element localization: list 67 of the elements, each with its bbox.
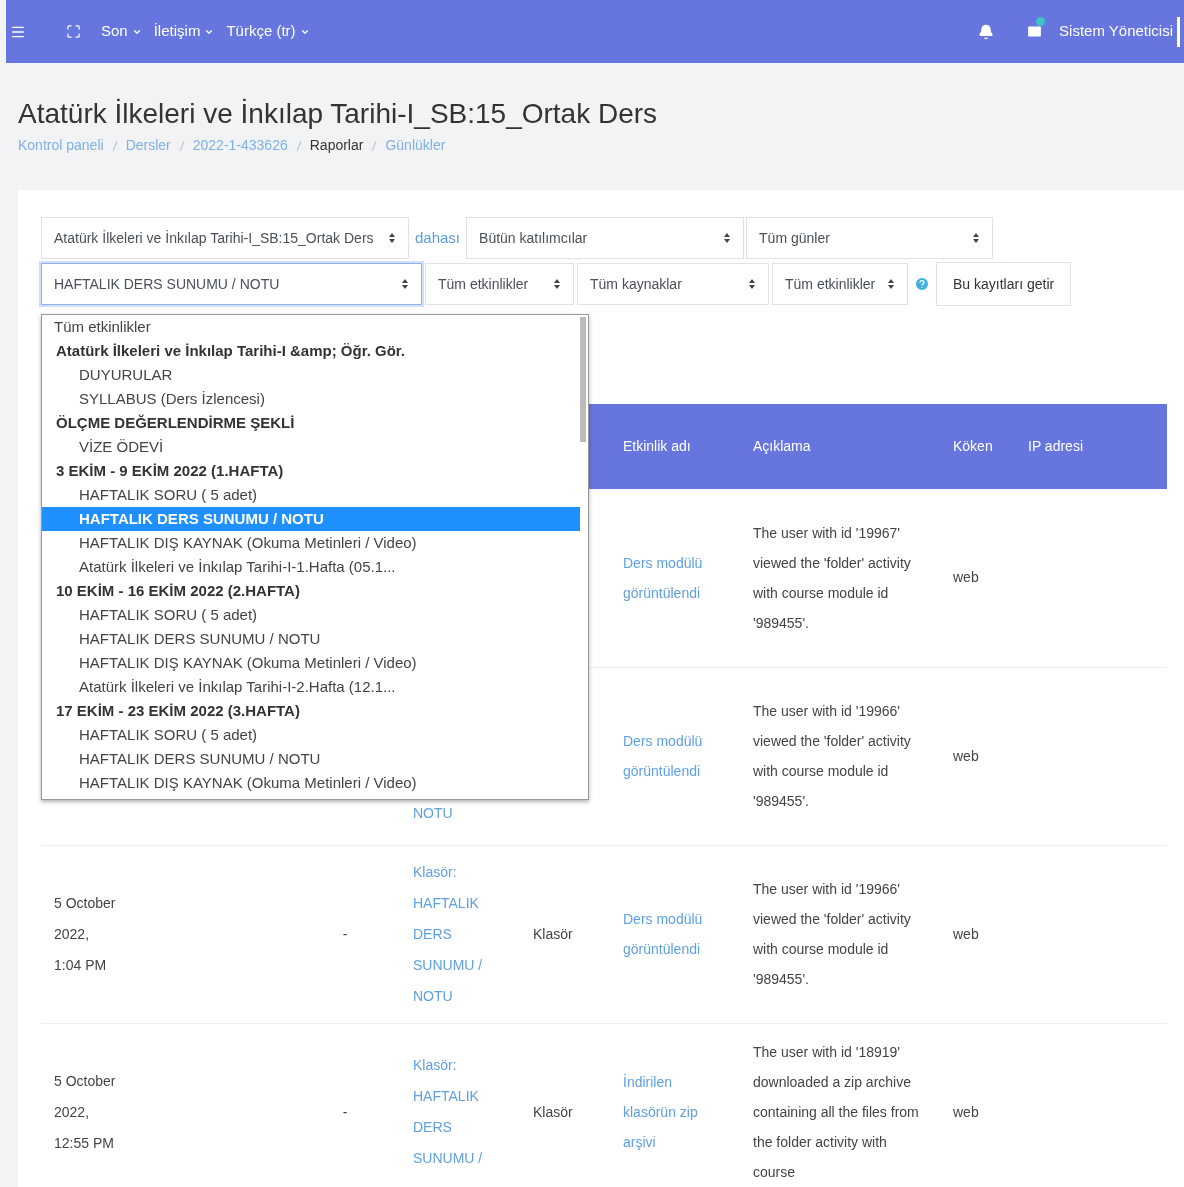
sort-arrows-icon bbox=[388, 232, 396, 244]
mail-icon[interactable] bbox=[1026, 23, 1044, 40]
option-group-label: 17 EKİM - 23 EKİM 2022 (3.HAFTA) bbox=[55, 701, 301, 721]
fullscreen-icon[interactable] bbox=[66, 24, 81, 39]
breadcrumb-item: Raporlar bbox=[309, 136, 364, 155]
sort-arrows-icon bbox=[748, 278, 756, 290]
time-cell-text: 5 October 2022, 12:55 PM bbox=[54, 1071, 117, 1153]
select-field[interactable]: HAFTALIK DERS SUNUMU / NOTU bbox=[41, 263, 422, 305]
time-cell-text: 5 October 2022, 1:04 PM bbox=[54, 893, 117, 975]
option-group-label: Atatürk İlkeleri ve İnkılap Tarihi-I &amp; Öğr. Gör. bbox=[55, 341, 406, 361]
component-cell: Klasör bbox=[533, 1103, 573, 1120]
dropdown-option[interactable]: DUYURULAR bbox=[42, 363, 580, 387]
select-field[interactable]: Bütün katılımcılar bbox=[466, 217, 745, 259]
column-header: Etkinlik adı bbox=[623, 438, 691, 454]
dropdown-option[interactable]: HAFTALIK DIŞ KAYNAK (Okuma Metinleri / Video) bbox=[42, 651, 580, 675]
dropdown-option[interactable]: HAFTALIK DERS SUNUMU / NOTU bbox=[42, 747, 580, 771]
page-title: Atatürk İlkeleri ve İnkılap Tarihi-I_SB:15_Ortak Ders bbox=[18, 97, 659, 131]
option-group-label: 10 EKİM - 16 EKİM 2022 (2.HAFTA) bbox=[55, 581, 301, 601]
description-cell-text: The user with id '19966' viewed the 'folder' activity with course module id '989455'. bbox=[753, 702, 912, 811]
column-header: Açıklama bbox=[753, 438, 811, 454]
nav-menu[interactable]: İletişim bbox=[153, 20, 215, 43]
nav-menu[interactable]: Türkçe (tr) bbox=[226, 20, 310, 43]
affected-user-cell: - bbox=[342, 1103, 348, 1120]
origin-cell: web bbox=[953, 1103, 979, 1120]
dropdown-option[interactable]: SYLLABUS (Ders İzlencesi) bbox=[42, 387, 580, 411]
separator-icon bbox=[178, 139, 185, 152]
origin-cell: web bbox=[953, 925, 979, 942]
option-group-label: ÖLÇME DEĞERLENDİRME ŞEKLİ bbox=[55, 413, 296, 433]
get-logs-button[interactable]: Bu kayıtları getir bbox=[936, 262, 1072, 306]
separator-icon bbox=[295, 139, 302, 152]
help-icon[interactable] bbox=[914, 276, 930, 292]
dropdown-option[interactable]: HAFTALIK DIŞ KAYNAK (Okuma Metinleri / Video) bbox=[42, 531, 580, 555]
component-cell: Klasör bbox=[533, 925, 573, 942]
origin-cell: web bbox=[953, 747, 979, 764]
dropdown-option[interactable]: Atatürk İlkeleri ve İnkılap Tarihi-I-2.Hafta (12.1... bbox=[42, 675, 580, 699]
select-field[interactable]: Tüm kaynaklar bbox=[577, 263, 769, 305]
dropdown-option[interactable]: HAFTALIK SORU ( 5 adet) bbox=[42, 723, 580, 747]
select-field[interactable]: Tüm günler bbox=[746, 217, 994, 259]
dropdown-option[interactable]: Atatürk İlkeleri ve İnkılap Tarihi-I-1.Hafta (05.1... bbox=[42, 555, 580, 579]
description-cell-text: The user with id '18919' downloaded a zip archive containing all the files from the folder activity with course bbox=[753, 1043, 920, 1182]
dropdown-option[interactable]: HAFTALIK SORU ( 5 adet) bbox=[42, 603, 580, 627]
select-field[interactable]: Atatürk İlkeleri ve İnkılap Tarihi-I_SB:15_Ortak Ders bbox=[41, 217, 409, 259]
affected-user-cell: - bbox=[342, 925, 348, 942]
description-cell-text: The user with id '19967' viewed the 'folder' activity with course module id '989455'. bbox=[753, 523, 912, 633]
bell-icon[interactable] bbox=[978, 23, 995, 40]
dropdown-option[interactable]: VİZE ÖDEVİ bbox=[42, 435, 580, 459]
separator-icon bbox=[111, 139, 118, 152]
dropdown-option[interactable]: HAFTALIK DERS SUNUMU / NOTU bbox=[42, 627, 580, 651]
column-header: Köken bbox=[953, 438, 993, 454]
column-header: IP adresi bbox=[1028, 438, 1083, 454]
separator-icon bbox=[371, 139, 378, 152]
sort-arrows-icon bbox=[401, 278, 409, 290]
select-field[interactable]: Tüm etkinlikler bbox=[772, 263, 908, 305]
sort-arrows-icon bbox=[972, 232, 981, 244]
dropdown-option[interactable]: Tüm etkinlikler bbox=[42, 315, 588, 339]
dropdown-option[interactable]: HAFTALIK DIŞ KAYNAK (Okuma Metinleri / Video) bbox=[42, 771, 580, 795]
user-name[interactable]: Sistem Yöneticisi bbox=[1059, 20, 1173, 43]
dropdown-option[interactable]: HAFTALIK SORU ( 5 adet) bbox=[42, 483, 580, 507]
option-group-label: 3 EKİM - 9 EKİM 2022 (1.HAFTA) bbox=[55, 461, 285, 481]
origin-cell: web bbox=[953, 569, 979, 586]
nav-menu[interactable]: Son bbox=[101, 20, 142, 43]
select-field[interactable]: Tüm etkinlikler bbox=[425, 263, 574, 305]
scrollbar-thumb[interactable] bbox=[580, 317, 586, 442]
sort-arrows-icon bbox=[553, 278, 561, 290]
sort-arrows-icon bbox=[887, 278, 895, 290]
description-cell-text: The user with id '19966' viewed the 'folder' activity with course module id '989455'. bbox=[753, 880, 912, 989]
sort-arrows-icon bbox=[723, 232, 732, 244]
